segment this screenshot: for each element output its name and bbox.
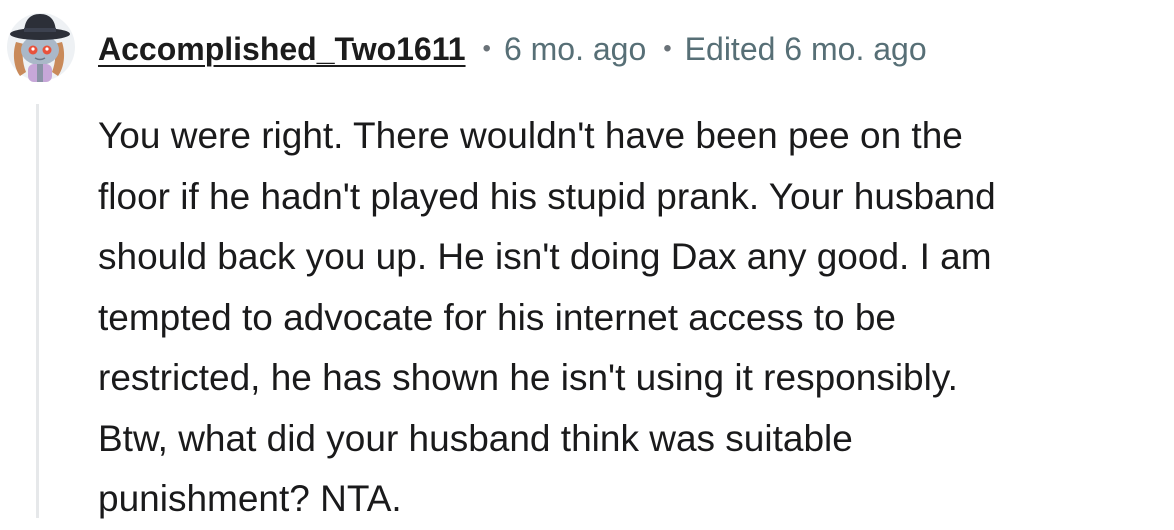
comment: Accomplished_Two1611 • 6 mo. ago • Edite… — [0, 0, 1174, 519]
comment-body-line: Btw, what did your husband think was sui… — [98, 417, 853, 459]
comment-body-line: restricted, he has shown he isn't using … — [98, 357, 958, 398]
comment-meta: Accomplished_Two1611 • 6 mo. ago • Edite… — [98, 26, 927, 72]
comment-body-line: tempted to advocate for his internet acc… — [98, 296, 897, 338]
avatar-icon[interactable] — [4, 6, 78, 84]
comment-body-line: should back you up. He isn't doing Dax a… — [98, 236, 992, 277]
edited-timestamp: Edited 6 mo. ago — [684, 30, 927, 67]
comment-body-line: punishment? NTA. — [98, 478, 402, 519]
comment-body: You were right. There wouldn't have been… — [98, 106, 1168, 530]
comment-body-line: floor if he hadn't played his stupid pra… — [98, 175, 996, 217]
username-link[interactable]: Accomplished_Two1611 — [98, 31, 466, 68]
timestamp: 6 mo. ago — [503, 30, 647, 67]
separator-dot: • — [482, 35, 491, 62]
thread-line[interactable] — [36, 104, 39, 518]
comment-body-line: You were right. There wouldn't have been… — [98, 115, 963, 156]
separator-dot: • — [663, 35, 672, 62]
